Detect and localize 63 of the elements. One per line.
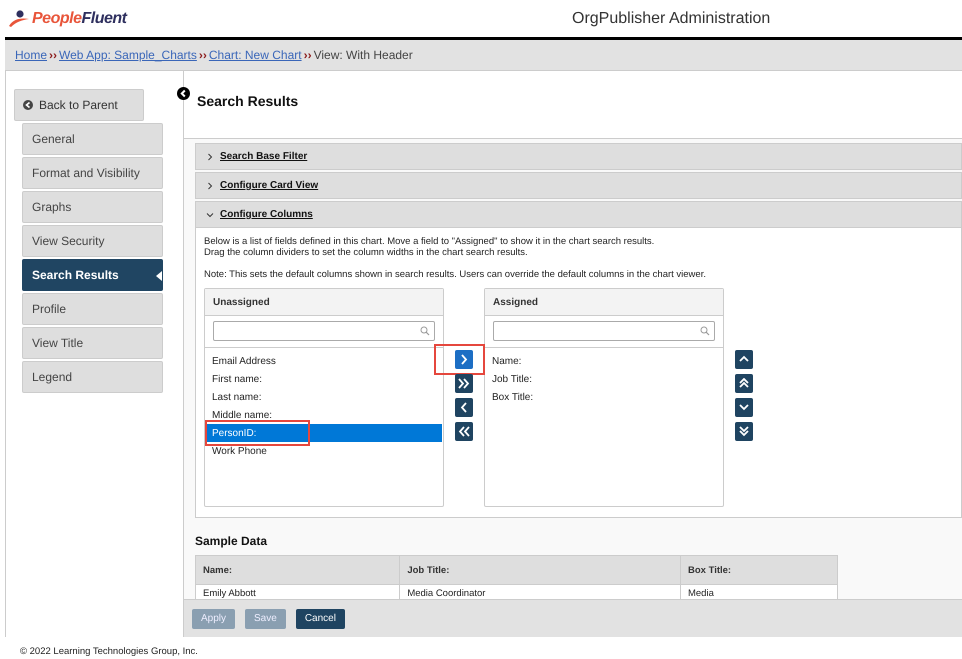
reorder-button[interactable] [735, 422, 753, 441]
sidebar-item[interactable]: Format and Visibility [22, 157, 163, 189]
sidebar-item[interactable]: View Title [22, 327, 163, 359]
chevron-icon [738, 402, 750, 413]
column-header: Job Title: [400, 556, 680, 584]
list-item[interactable]: Job Title: [485, 370, 723, 388]
chevron-icon [458, 426, 470, 437]
copyright-text: © 2022 Learning Technologies Group, Inc. [19, 645, 199, 657]
list-item[interactable]: Name: [485, 352, 723, 370]
breadcrumb-separator: ›› [49, 48, 58, 62]
sidebar-item[interactable]: Profile [22, 293, 163, 325]
search-icon [420, 326, 430, 336]
breadcrumb-current: View: With Header [314, 48, 413, 62]
sidebar-item[interactable]: Legend [22, 361, 163, 393]
list-item[interactable]: Middle name: [205, 406, 443, 424]
reorder-button[interactable] [735, 350, 753, 369]
move-button[interactable] [455, 350, 473, 369]
breadcrumb-link[interactable]: Web App: Sample_Charts [59, 48, 197, 62]
breadcrumb-separator: ›› [198, 48, 207, 62]
section-title: Sample Data [195, 534, 268, 548]
reorder-button[interactable] [735, 398, 753, 417]
collapse-icon[interactable] [177, 87, 190, 100]
chevron-icon [738, 426, 750, 437]
search-icon [700, 326, 710, 336]
list-header: Assigned [485, 289, 723, 316]
breadcrumb-link[interactable]: Home [15, 48, 48, 62]
chevron-icon [206, 152, 214, 160]
list-item[interactable]: Last name: [205, 388, 443, 406]
list-header: Unassigned [205, 289, 443, 316]
breadcrumb-separator: ›› [304, 48, 312, 62]
chevron-icon [206, 182, 214, 190]
section-header[interactable]: Configure Columns [195, 201, 962, 228]
chevron-icon [458, 378, 470, 389]
search-field[interactable] [213, 321, 435, 341]
sidebar-item[interactable]: View Security [22, 225, 163, 257]
list-item[interactable]: Box Title: [485, 388, 723, 406]
description-text: Below is a list of fields defined in this chart. Move a field to "Assigned" to show it in the chart search results. Drag the column dividers to set the column widths in the chart search results. [204, 236, 656, 258]
list-item[interactable]: First name: [205, 370, 443, 388]
chevron-icon [206, 210, 214, 218]
move-button[interactable] [455, 374, 473, 393]
move-button[interactable] [455, 422, 473, 441]
breadcrumb-link[interactable]: Chart: New Chart [208, 48, 302, 62]
logo-icon [8, 10, 30, 28]
column-header: Name: [196, 556, 400, 584]
move-button[interactable] [455, 398, 473, 417]
search-field[interactable] [493, 321, 715, 341]
section-header[interactable]: Search Base Filter [195, 143, 962, 170]
reorder-button[interactable] [735, 374, 753, 393]
list-item[interactable]: Email Address [205, 352, 443, 370]
page-title: Search Results [197, 93, 298, 109]
section-header[interactable]: Configure Card View [195, 172, 962, 199]
back-button[interactable]: Back to Parent [14, 89, 144, 121]
sidebar-item[interactable]: Graphs [22, 191, 163, 223]
back-arrow-icon [23, 100, 33, 110]
sidebar-item[interactable]: Search Results [22, 259, 163, 291]
sidebar-item[interactable]: General [22, 123, 163, 155]
list-item[interactable]: Work Phone [205, 442, 443, 460]
column-header: Box Title: [680, 556, 838, 584]
action-button[interactable]: Cancel [296, 608, 345, 628]
chevron-icon [738, 378, 750, 389]
logo-text: PeopleFluent [32, 10, 126, 28]
note-text: Note: This sets the default columns shown in search results. Users can override the default columns in the chart viewer. [204, 269, 707, 280]
app-title: OrgPublisher Administration [572, 10, 772, 28]
